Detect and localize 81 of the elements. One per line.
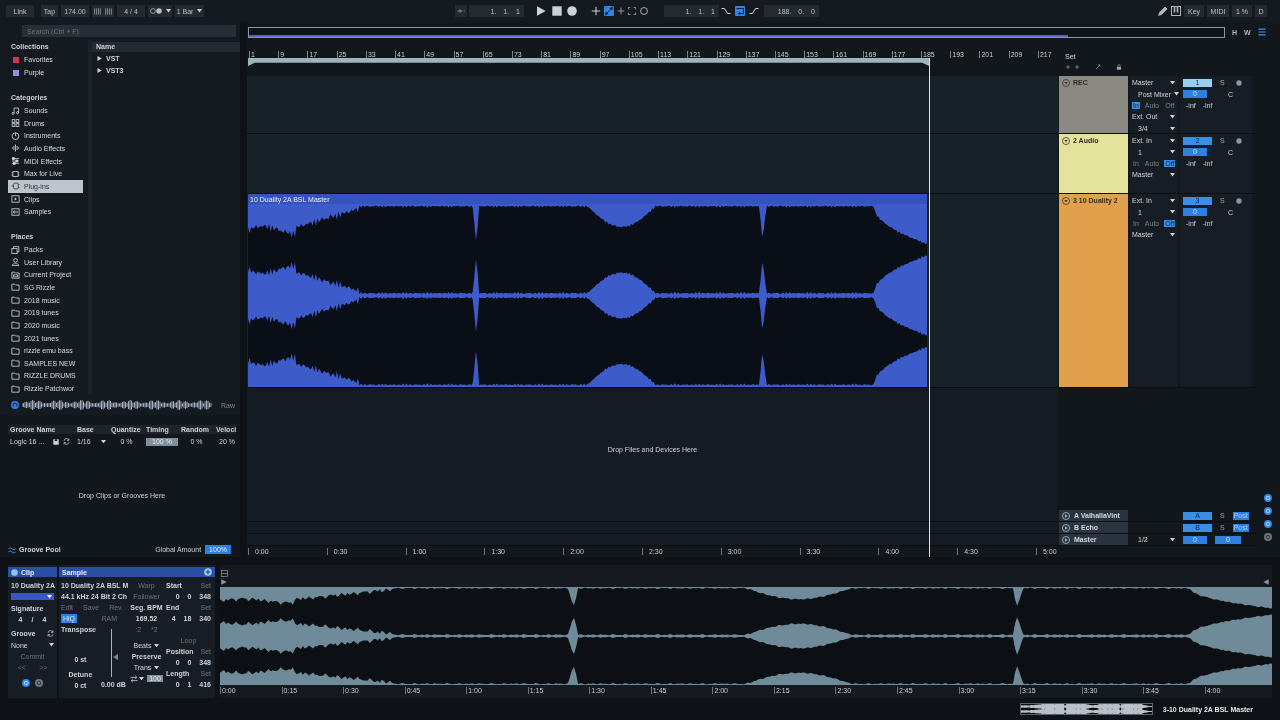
punch-in-icon[interactable] xyxy=(721,6,731,16)
follow-arrow-icon[interactable] xyxy=(457,7,465,15)
preview-waveform[interactable] xyxy=(22,400,212,410)
plug-icon xyxy=(11,182,20,191)
clip-color-dropdown[interactable] xyxy=(11,593,54,601)
small-plus-icon[interactable] xyxy=(1074,64,1080,70)
stacked-squares-icon xyxy=(11,245,20,254)
arm-dot-icon[interactable] xyxy=(1235,79,1242,86)
caret-icon[interactable] xyxy=(139,676,145,681)
waveform-icon xyxy=(11,144,20,153)
caret-icon[interactable] xyxy=(49,643,54,647)
caret-icon[interactable] xyxy=(1170,115,1175,119)
marker-box-icon[interactable] xyxy=(221,570,228,577)
grid-icon xyxy=(11,119,20,128)
double-wave-icon[interactable] xyxy=(8,545,16,554)
person-icon xyxy=(11,258,20,267)
punch-out-icon[interactable] xyxy=(749,6,759,16)
play-circle-icon[interactable] xyxy=(1062,535,1070,544)
loop-icon[interactable] xyxy=(735,6,745,16)
start-marker-icon[interactable] xyxy=(221,579,227,585)
caret-icon[interactable] xyxy=(1170,150,1175,154)
caret-icon[interactable] xyxy=(1174,92,1180,96)
dial-icon xyxy=(11,131,20,140)
plus-icon[interactable] xyxy=(617,7,625,15)
arm-dot-icon[interactable] xyxy=(1235,197,1242,204)
caret-icon[interactable] xyxy=(197,9,203,13)
loop-brace[interactable] xyxy=(248,58,929,66)
diagonal-arrow-icon[interactable] xyxy=(1095,64,1101,70)
headphones-icon[interactable] xyxy=(11,401,19,409)
expand-triangle-icon[interactable] xyxy=(97,68,102,74)
activator-icon[interactable] xyxy=(11,568,18,576)
caret-icon[interactable] xyxy=(154,643,160,648)
caret-icon[interactable] xyxy=(154,665,160,670)
waveform-frame-icon xyxy=(11,207,20,216)
caret-icon[interactable] xyxy=(1170,173,1175,177)
caret-icon[interactable] xyxy=(1170,233,1175,237)
fold-circle-icon[interactable] xyxy=(1062,137,1070,145)
capture-icon[interactable] xyxy=(628,7,636,15)
record-icon[interactable] xyxy=(567,6,577,16)
end-marker-icon[interactable] xyxy=(1263,579,1269,585)
chip-icon xyxy=(11,169,20,178)
arrangement-overview[interactable] xyxy=(248,26,1225,38)
caret-icon[interactable] xyxy=(1170,126,1175,130)
nudge-bars-icon[interactable] xyxy=(94,7,101,15)
caret-icon[interactable] xyxy=(101,439,106,444)
round-toggle-icon[interactable] xyxy=(35,679,43,687)
caret-icon[interactable] xyxy=(1170,138,1175,143)
caret-icon[interactable] xyxy=(1170,210,1175,214)
folder-box-icon xyxy=(11,270,20,279)
gain-slider-thumb[interactable] xyxy=(113,654,119,661)
pencil-icon[interactable] xyxy=(1158,6,1168,16)
swap-arrows-icon[interactable] xyxy=(47,630,54,638)
nodes-icon[interactable] xyxy=(604,6,614,16)
swap-arrows-icon[interactable] xyxy=(63,438,70,445)
play-icon[interactable] xyxy=(536,6,546,16)
caret-icon[interactable] xyxy=(165,9,171,13)
lock-icon[interactable] xyxy=(1116,64,1122,70)
caret-icon[interactable] xyxy=(1170,537,1175,542)
small-plus-icon[interactable] xyxy=(1065,64,1071,70)
fold-circle-icon[interactable] xyxy=(1062,79,1070,87)
expand-triangle-icon[interactable] xyxy=(97,55,102,61)
play-circle-icon[interactable] xyxy=(1062,511,1070,520)
music-note-icon xyxy=(11,106,20,115)
arm-dot-icon[interactable] xyxy=(1235,137,1242,144)
circle-dot-icon[interactable] xyxy=(149,8,162,14)
play-circle-icon[interactable] xyxy=(1062,523,1070,532)
stop-icon[interactable] xyxy=(552,6,562,16)
plus-icon[interactable] xyxy=(591,6,601,16)
caret-icon[interactable] xyxy=(47,595,52,599)
piano-keys-icon[interactable] xyxy=(1171,6,1181,16)
round-toggle-icon[interactable] xyxy=(1264,533,1272,541)
swap-arrows-icon[interactable] xyxy=(130,674,139,683)
fold-circle-icon[interactable] xyxy=(1062,197,1070,205)
caret-icon[interactable] xyxy=(1170,198,1175,203)
menu-icon[interactable] xyxy=(1257,28,1266,36)
nudge-bars-icon[interactable] xyxy=(105,7,112,15)
play-frame-icon xyxy=(11,195,20,203)
circle-icon[interactable] xyxy=(640,7,648,15)
sliders-icon xyxy=(11,157,20,166)
plus-circle-icon[interactable] xyxy=(204,568,212,576)
caret-icon[interactable] xyxy=(1170,80,1175,85)
